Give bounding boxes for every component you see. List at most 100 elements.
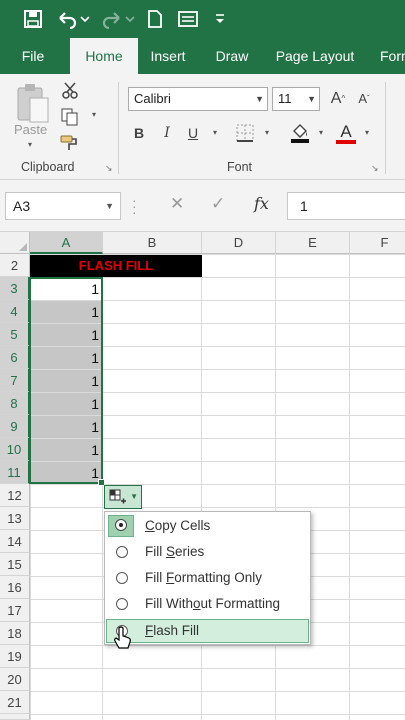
row-header[interactable]: 10 bbox=[0, 438, 30, 461]
gridline bbox=[201, 254, 202, 720]
row-header[interactable]: 5 bbox=[0, 323, 30, 346]
gridline bbox=[349, 254, 350, 720]
radio-icon bbox=[116, 546, 128, 558]
formula-input[interactable]: 1 bbox=[287, 192, 405, 220]
menu-item-fill-without-formatting[interactable]: Fill Without Formatting bbox=[106, 592, 309, 616]
name-box-value: A3 bbox=[13, 198, 31, 214]
title-cell[interactable]: FLASH FILL bbox=[30, 255, 202, 277]
row-header[interactable]: 9 bbox=[0, 415, 30, 438]
increase-font-size-icon[interactable]: A^ bbox=[326, 88, 350, 110]
paste-button[interactable]: Paste bbox=[14, 122, 47, 137]
row-header[interactable]: 3 bbox=[0, 277, 30, 300]
underline-icon[interactable]: U bbox=[184, 122, 202, 144]
menu-item-label: Fill Formatting Only bbox=[145, 570, 263, 585]
fill-color-icon[interactable] bbox=[290, 122, 310, 149]
save-icon[interactable] bbox=[20, 6, 46, 32]
decrease-font-size-icon[interactable]: Aˇ bbox=[354, 88, 374, 110]
column-header-b[interactable]: B bbox=[103, 232, 202, 254]
select-all-corner[interactable] bbox=[0, 232, 30, 254]
gridline bbox=[275, 254, 276, 720]
underline-dropdown-icon[interactable]: ▾ bbox=[210, 122, 220, 144]
row-header[interactable]: 14 bbox=[0, 530, 30, 553]
fill-color-dropdown-icon[interactable]: ▾ bbox=[316, 122, 326, 144]
row-header[interactable]: 20 bbox=[0, 668, 30, 691]
chevron-down-icon: ▼ bbox=[307, 94, 316, 104]
font-color-dropdown-icon[interactable]: ▾ bbox=[362, 122, 372, 144]
tab-file[interactable]: File bbox=[12, 38, 54, 74]
menu-item-label: Flash Fill bbox=[145, 623, 200, 638]
radio-selected-icon bbox=[115, 519, 127, 531]
font-name-combo[interactable]: Calibri ▼ bbox=[128, 87, 268, 111]
group-separator bbox=[385, 82, 386, 174]
paste-dropdown-icon[interactable]: ▾ bbox=[28, 140, 32, 149]
row-header[interactable]: 4 bbox=[0, 300, 30, 323]
paste-icon[interactable] bbox=[14, 82, 54, 126]
name-box[interactable]: A3 ▼ bbox=[5, 192, 121, 220]
column-header-d[interactable]: D bbox=[202, 232, 276, 254]
menu-item-label: Fill Series bbox=[145, 544, 205, 559]
chevron-down-icon: ▼ bbox=[130, 492, 138, 501]
clipboard-launcher-icon[interactable]: ↘ bbox=[105, 163, 113, 174]
redo-icon[interactable] bbox=[100, 6, 136, 32]
enter-check-icon[interactable]: ✓ bbox=[211, 194, 225, 214]
tab-home[interactable]: Home bbox=[70, 38, 138, 74]
menu-item-fill-formatting-only[interactable]: Fill Formatting Only bbox=[106, 566, 309, 590]
radio-icon bbox=[116, 598, 128, 610]
row-header[interactable]: 11 bbox=[0, 461, 30, 484]
undo-icon[interactable] bbox=[55, 6, 91, 32]
copy-icon[interactable] bbox=[61, 108, 79, 131]
column-header-a[interactable]: A bbox=[30, 232, 103, 254]
tab-insert[interactable]: Insert bbox=[146, 38, 190, 74]
row-header[interactable]: 17 bbox=[0, 599, 30, 622]
menu-item-flash-fill[interactable]: Flash Fill bbox=[106, 619, 309, 643]
title-bar bbox=[0, 0, 405, 38]
auto-fill-options-menu: Copy Cells Fill Series Fill Formatting O… bbox=[104, 511, 311, 645]
column-header-f[interactable]: F bbox=[350, 232, 405, 254]
row-header[interactable]: 15 bbox=[0, 553, 30, 576]
tab-page-layout[interactable]: Page Layout bbox=[272, 38, 358, 74]
customize-quick-access-icon[interactable] bbox=[212, 6, 228, 32]
bold-icon[interactable]: B bbox=[130, 122, 148, 144]
row-header[interactable]: 7 bbox=[0, 369, 30, 392]
column-header-e[interactable]: E bbox=[276, 232, 350, 254]
borders-dropdown-icon[interactable]: ▾ bbox=[262, 122, 272, 144]
ribbon: Paste ▾ ▾ Clipboard ↘ Calibri ▼ 11 ▼ A^ … bbox=[0, 74, 405, 180]
ribbon-tabs: File Home Insert Draw Page Layout Form bbox=[0, 38, 405, 74]
menu-item-label: Fill Without Formatting bbox=[145, 596, 281, 611]
chevron-down-icon: ▼ bbox=[105, 201, 114, 211]
tab-formulas[interactable]: Form bbox=[380, 38, 405, 74]
row-header[interactable]: 19 bbox=[0, 645, 30, 668]
copy-dropdown-icon[interactable]: ▾ bbox=[92, 110, 96, 119]
cancel-icon[interactable]: ✕ bbox=[170, 194, 184, 214]
menu-item-label: Copy Cells bbox=[145, 518, 211, 533]
form-icon[interactable] bbox=[176, 6, 200, 32]
font-size-combo[interactable]: 11 ▼ bbox=[272, 87, 320, 111]
row-header[interactable]: 18 bbox=[0, 622, 30, 645]
font-name-value: Calibri bbox=[134, 91, 171, 106]
new-document-icon[interactable] bbox=[145, 6, 165, 32]
cut-icon[interactable] bbox=[61, 82, 79, 105]
menu-item-fill-series[interactable]: Fill Series bbox=[106, 540, 309, 564]
row-header[interactable]: 21 bbox=[0, 691, 30, 714]
menu-item-copy-cells[interactable]: Copy Cells bbox=[106, 514, 309, 538]
font-launcher-icon[interactable]: ↘ bbox=[371, 163, 379, 174]
row-header[interactable]: 6 bbox=[0, 346, 30, 369]
row-header[interactable]: 13 bbox=[0, 507, 30, 530]
borders-icon[interactable] bbox=[236, 124, 254, 147]
formula-bar: A3 ▼ · · · ✕ ✓ fx 1 bbox=[0, 180, 405, 232]
selection-border bbox=[29, 277, 103, 484]
row-header[interactable]: 12 bbox=[0, 484, 30, 507]
insert-function-icon[interactable]: fx bbox=[254, 194, 269, 213]
tab-draw[interactable]: Draw bbox=[210, 38, 254, 74]
format-painter-icon[interactable] bbox=[60, 134, 80, 157]
row-header[interactable]: 2 bbox=[0, 254, 30, 277]
row-header[interactable]: 8 bbox=[0, 392, 30, 415]
font-color-icon[interactable]: A bbox=[336, 122, 356, 144]
italic-icon[interactable]: I bbox=[158, 122, 176, 144]
row-header[interactable]: 16 bbox=[0, 576, 30, 599]
clipboard-group-label: Clipboard bbox=[21, 160, 75, 174]
formula-bar-grip-icon[interactable]: · · · bbox=[132, 193, 137, 219]
radio-icon bbox=[116, 572, 128, 584]
auto-fill-options-button[interactable]: ▼ bbox=[104, 485, 142, 509]
row-header[interactable]: 22 bbox=[0, 714, 30, 720]
